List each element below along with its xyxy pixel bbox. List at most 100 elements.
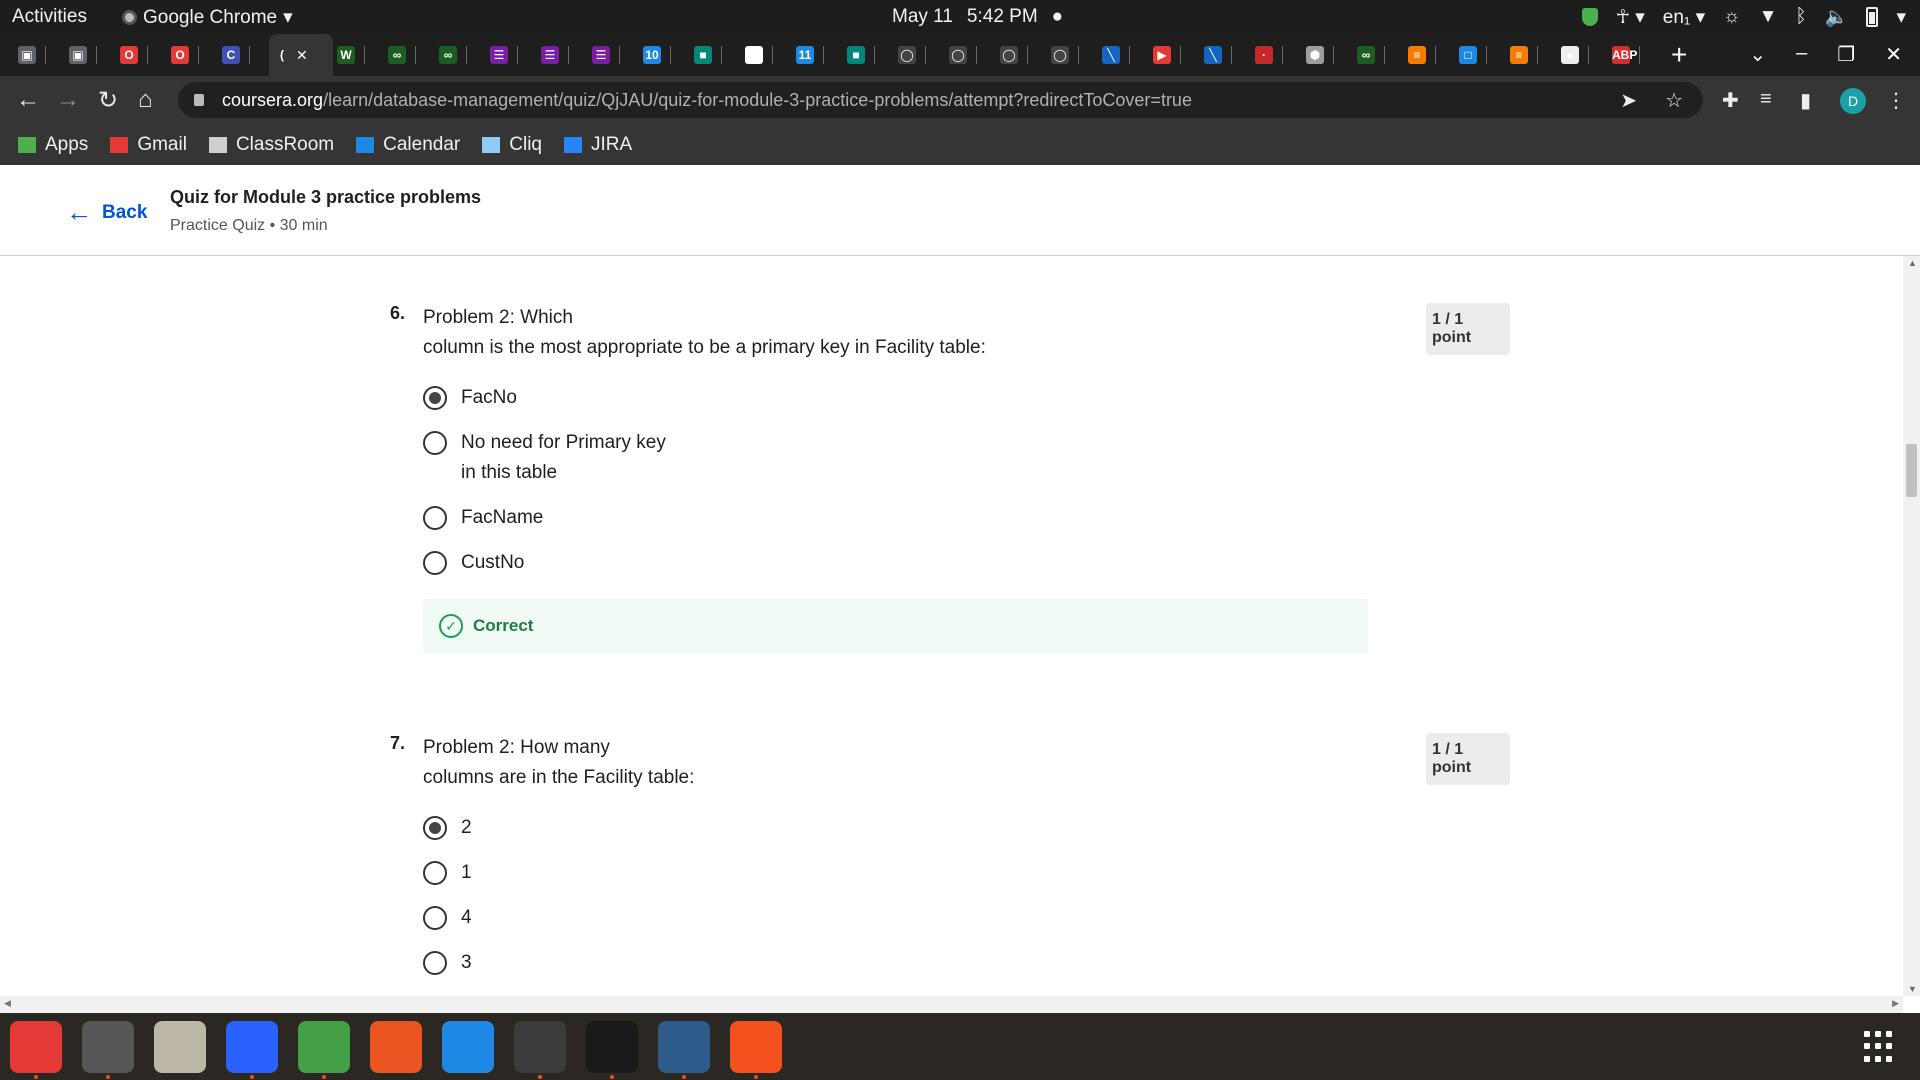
close-window-icon[interactable]: ✕ bbox=[1885, 42, 1902, 67]
url-bar[interactable]: coursera.org/learn/database-management/q… bbox=[178, 82, 1703, 118]
lock-icon[interactable] bbox=[194, 94, 204, 106]
scroll-right-icon[interactable]: ▶ bbox=[1892, 998, 1899, 1009]
browser-tab[interactable]: C bbox=[218, 34, 269, 76]
browser-tab[interactable]: ■ bbox=[843, 34, 894, 76]
browser-tab[interactable]: 10 bbox=[639, 34, 690, 76]
browser-tab[interactable]: ◯ bbox=[996, 34, 1047, 76]
bookmark-classroom[interactable]: ClassRoom bbox=[208, 134, 334, 156]
browser-tab[interactable]: ⬢ bbox=[1302, 34, 1353, 76]
back-link[interactable]: ← Back bbox=[66, 197, 147, 228]
browser-tab[interactable]: ☰ bbox=[588, 34, 639, 76]
browser-tab[interactable]: ∞ bbox=[384, 34, 435, 76]
browser-tab[interactable]: ● bbox=[1557, 34, 1608, 76]
home-icon[interactable]: ⌂ bbox=[138, 86, 153, 114]
settings-icon[interactable] bbox=[82, 1020, 134, 1079]
activities-button[interactable]: Activities bbox=[12, 6, 87, 28]
minimize-icon[interactable]: – bbox=[1796, 42, 1807, 67]
browser-tab[interactable]: (✕ bbox=[269, 34, 333, 76]
bookmark-apps[interactable]: Apps bbox=[18, 134, 88, 156]
browser-tab[interactable]: ABP bbox=[1608, 34, 1659, 76]
new-tab-button[interactable]: + bbox=[1671, 39, 1687, 71]
browser-tab[interactable]: O bbox=[116, 34, 167, 76]
browser-tab[interactable]: ▶ bbox=[1149, 34, 1200, 76]
browser-tab[interactable]: ╲ bbox=[1098, 34, 1149, 76]
accessibility-icon[interactable]: ☥ ▾ bbox=[1616, 6, 1645, 29]
reading-list-icon[interactable]: ≡ bbox=[1760, 88, 1772, 111]
reload-icon[interactable]: ↻ bbox=[98, 86, 118, 115]
browser-tab[interactable]: ∞ bbox=[435, 34, 486, 76]
browser-tab[interactable]: □ bbox=[1455, 34, 1506, 76]
radio-icon[interactable] bbox=[423, 951, 447, 975]
browser-tab[interactable]: ■ bbox=[690, 34, 741, 76]
browser-tab[interactable]: · bbox=[1251, 34, 1302, 76]
option-custno[interactable]: CustNo bbox=[423, 548, 753, 578]
option-facno[interactable]: FacNo bbox=[423, 383, 753, 413]
help-icon[interactable] bbox=[442, 1020, 494, 1073]
browser-tab[interactable]: ◯ bbox=[945, 34, 996, 76]
bookmark-star-icon[interactable]: ☆ bbox=[1665, 88, 1683, 113]
files-icon[interactable] bbox=[154, 1020, 206, 1073]
mysql-workbench-icon[interactable] bbox=[658, 1020, 710, 1079]
radio-icon[interactable] bbox=[423, 861, 447, 885]
radio-icon[interactable] bbox=[423, 506, 447, 530]
bookmark-jira[interactable]: JIRA bbox=[563, 134, 632, 156]
close-tab-icon[interactable]: ✕ bbox=[296, 47, 308, 64]
show-applications-icon[interactable] bbox=[1864, 1031, 1896, 1063]
text-editor-icon[interactable] bbox=[226, 1020, 278, 1079]
option-facname[interactable]: FacName bbox=[423, 503, 753, 533]
browser-tab[interactable]: ≡ bbox=[1506, 34, 1557, 76]
browser-tab[interactable]: ☰ bbox=[537, 34, 588, 76]
tab-search-icon[interactable]: ⌄ bbox=[1749, 42, 1766, 67]
browser-tab[interactable]: ☰ bbox=[486, 34, 537, 76]
browser-tab[interactable]: ╲ bbox=[1200, 34, 1251, 76]
scrollbar-thumb[interactable] bbox=[1906, 444, 1917, 497]
radio-checked-icon[interactable] bbox=[423, 816, 447, 840]
app-menu[interactable]: Google Chrome ▾ bbox=[122, 6, 293, 29]
browser-tab[interactable]: ≡ bbox=[1404, 34, 1455, 76]
vertical-scrollbar[interactable]: ▲ ▼ bbox=[1903, 256, 1920, 996]
browser-tab[interactable]: ◯ bbox=[894, 34, 945, 76]
option-4[interactable]: 4 bbox=[423, 903, 753, 933]
intellij-icon[interactable] bbox=[586, 1020, 638, 1079]
browser-tab[interactable]: O bbox=[167, 34, 218, 76]
browser-tab[interactable]: ▣ bbox=[65, 34, 116, 76]
browser-tab[interactable]: ◯ bbox=[1047, 34, 1098, 76]
clock[interactable]: May 11 5:42 PM ● bbox=[892, 6, 1063, 28]
option-no-primary-key[interactable]: No need for Primary key in this table bbox=[423, 428, 683, 488]
send-icon[interactable]: ➤ bbox=[1620, 88, 1637, 113]
scroll-up-icon[interactable]: ▲ bbox=[1908, 258, 1917, 268]
whatsapp-icon[interactable] bbox=[298, 1020, 350, 1079]
presentation-icon[interactable] bbox=[730, 1020, 782, 1079]
browser-tab[interactable]: 11 bbox=[792, 34, 843, 76]
horizontal-scrollbar[interactable]: ◀ ▶ bbox=[0, 996, 1903, 1013]
system-tray[interactable]: ☥ ▾ en₁ ▾ ☼ ▼ ᛒ 🔈 ▾ bbox=[1581, 5, 1906, 29]
language-indicator[interactable]: en₁ ▾ bbox=[1663, 6, 1705, 29]
radio-icon[interactable] bbox=[423, 906, 447, 930]
radio-icon[interactable] bbox=[423, 431, 447, 455]
browser-tab[interactable]: G bbox=[741, 34, 792, 76]
bookmark-cliq[interactable]: Cliq bbox=[482, 134, 542, 156]
option-2[interactable]: 2 bbox=[423, 813, 753, 843]
profile-avatar[interactable]: D bbox=[1840, 88, 1866, 114]
option-3[interactable]: 3 bbox=[423, 948, 753, 978]
menu-kebab-icon[interactable]: ⋮ bbox=[1886, 88, 1906, 113]
terminal-icon[interactable] bbox=[514, 1020, 566, 1079]
scroll-left-icon[interactable]: ◀ bbox=[4, 998, 11, 1009]
chevron-down-icon[interactable]: ▾ bbox=[1896, 6, 1906, 29]
bookmark-gmail[interactable]: Gmail bbox=[110, 134, 187, 156]
radio-icon[interactable] bbox=[423, 551, 447, 575]
bookmark-calendar[interactable]: Calendar bbox=[356, 134, 460, 156]
browser-tab[interactable]: ∞ bbox=[1353, 34, 1404, 76]
side-panel-icon[interactable]: ▮ bbox=[1800, 88, 1811, 113]
browser-tab[interactable]: ▣ bbox=[14, 34, 65, 76]
app-center-icon[interactable] bbox=[370, 1020, 422, 1073]
scroll-down-icon[interactable]: ▼ bbox=[1908, 984, 1917, 994]
browser-tab[interactable]: W bbox=[333, 34, 384, 76]
forward-arrow-icon[interactable]: → bbox=[56, 86, 80, 114]
option-1[interactable]: 1 bbox=[423, 858, 753, 888]
chrome-icon[interactable] bbox=[10, 1020, 62, 1079]
restore-icon[interactable]: ❐ bbox=[1837, 42, 1855, 67]
extensions-icon[interactable]: ✚ bbox=[1722, 88, 1739, 113]
radio-checked-icon[interactable] bbox=[423, 386, 447, 410]
back-arrow-icon[interactable]: ← bbox=[16, 86, 40, 114]
